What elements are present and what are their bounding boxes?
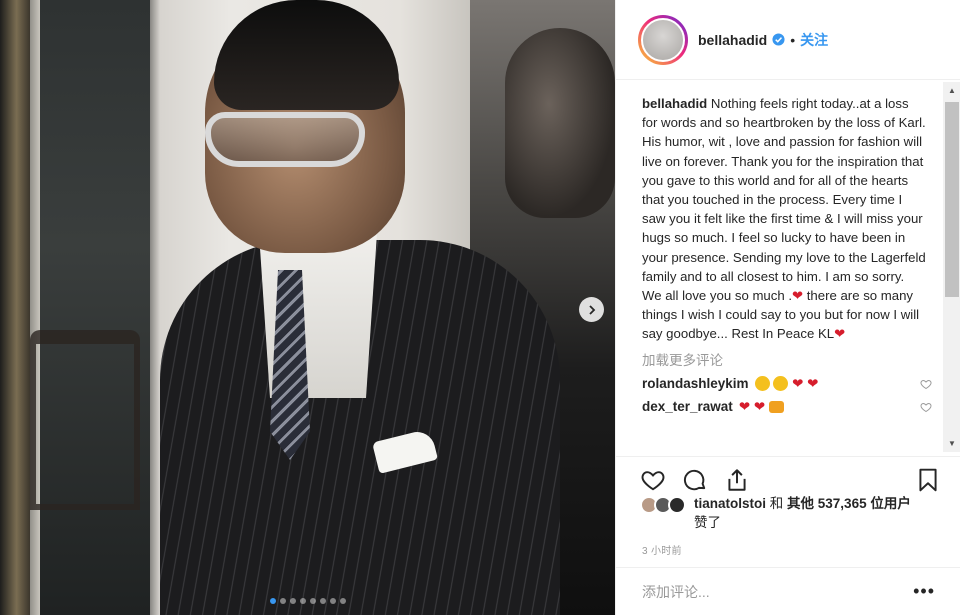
like-icon[interactable] <box>640 467 666 493</box>
photo-mirror-reflection <box>505 28 615 218</box>
likes-text: tianatolstoi 和 其他 537,365 位用户 赞了 <box>694 494 911 532</box>
photo-background-window <box>40 0 150 615</box>
likes-others-count[interactable]: 其他 537,365 位用户 <box>787 496 911 511</box>
likes-summary: tianatolstoi 和 其他 537,365 位用户 赞了 <box>640 494 950 532</box>
carousel-dot <box>269 598 276 604</box>
comment-row: dex_ter_rawat ❤ ❤ <box>642 399 932 415</box>
comment-like-icon[interactable] <box>920 401 932 413</box>
next-arrow-icon <box>588 304 595 315</box>
carousel-dot <box>289 598 296 604</box>
post-caption: bellahadid Nothing feels right today..at… <box>642 94 926 344</box>
post-side-panel: bellahadid • 关注 bellahadid Nothing feels… <box>615 0 960 615</box>
likes-and: 和 <box>766 496 788 511</box>
scroll-up-arrow-icon[interactable]: ▲ <box>943 82 960 99</box>
carousel-dot <box>299 598 306 604</box>
carousel-dot <box>319 598 326 604</box>
add-comment-section: ••• <box>616 567 960 615</box>
more-options-button[interactable]: ••• <box>913 581 935 602</box>
add-comment-input[interactable] <box>642 583 914 600</box>
load-more-comments[interactable]: 加载更多评论 <box>642 349 943 369</box>
carousel-next-button[interactable] <box>579 297 604 322</box>
photo-hair <box>214 0 399 110</box>
sad-face-emoji <box>754 375 770 391</box>
heart-emoji: ❤ <box>753 398 766 414</box>
carousel-dot <box>309 598 316 604</box>
comments-list[interactable]: bellahadid Nothing feels right today..at… <box>616 82 943 452</box>
avatar[interactable] <box>641 17 685 62</box>
photo-background-chair <box>30 330 140 510</box>
sad-face-emoji <box>773 375 789 391</box>
carousel-dot <box>279 598 286 604</box>
comment-icon[interactable] <box>682 467 708 493</box>
verified-badge-icon <box>772 33 785 46</box>
heart-emoji: ❤ <box>738 398 751 414</box>
scroll-down-arrow-icon[interactable]: ▼ <box>943 435 960 452</box>
carousel-dot <box>329 598 336 604</box>
heart-emoji: ❤ <box>792 375 804 391</box>
post-timestamp[interactable]: 3 小时前 <box>642 542 682 557</box>
photo-sunglasses <box>205 112 365 167</box>
bookmark-icon[interactable] <box>915 467 941 493</box>
heart-emoji: ❤ <box>807 375 819 391</box>
follow-button[interactable]: 关注 <box>800 30 828 50</box>
carousel-dot <box>339 598 346 604</box>
heart-emoji: ❤ <box>834 326 846 342</box>
header-separator: • <box>790 31 796 48</box>
header-username[interactable]: bellahadid <box>698 32 767 48</box>
scrollbar-thumb[interactable] <box>945 102 959 297</box>
comment-text: ❤ ❤ <box>754 375 920 392</box>
comment-text: ❤ ❤ <box>739 399 920 415</box>
post-actions-bar <box>616 456 960 496</box>
comment-like-icon[interactable] <box>920 378 932 390</box>
animal-face-emoji <box>768 400 784 413</box>
likers-avatars[interactable] <box>640 496 694 514</box>
post-header: bellahadid • 关注 <box>616 0 960 80</box>
caption-username[interactable]: bellahadid <box>642 96 707 111</box>
liker-username[interactable]: tianatolstoi <box>694 496 766 511</box>
carousel-indicator <box>0 598 615 604</box>
post-photo[interactable] <box>0 0 615 615</box>
caption-text: Nothing feels right today..at a loss for… <box>642 96 926 304</box>
comment-row: rolandashleykim ❤ ❤ <box>642 375 932 392</box>
heart-emoji: ❤ <box>792 288 804 304</box>
photo-frame-edge <box>0 0 30 615</box>
comment-username[interactable]: dex_ter_rawat <box>642 399 733 414</box>
profile-avatar-ring[interactable] <box>638 14 688 65</box>
likes-suffix: 赞了 <box>694 515 721 530</box>
share-icon[interactable] <box>724 467 750 493</box>
comments-scrollbar[interactable]: ▲ ▼ <box>943 82 960 452</box>
avatar <box>668 496 686 514</box>
comment-username[interactable]: rolandashleykim <box>642 376 749 391</box>
